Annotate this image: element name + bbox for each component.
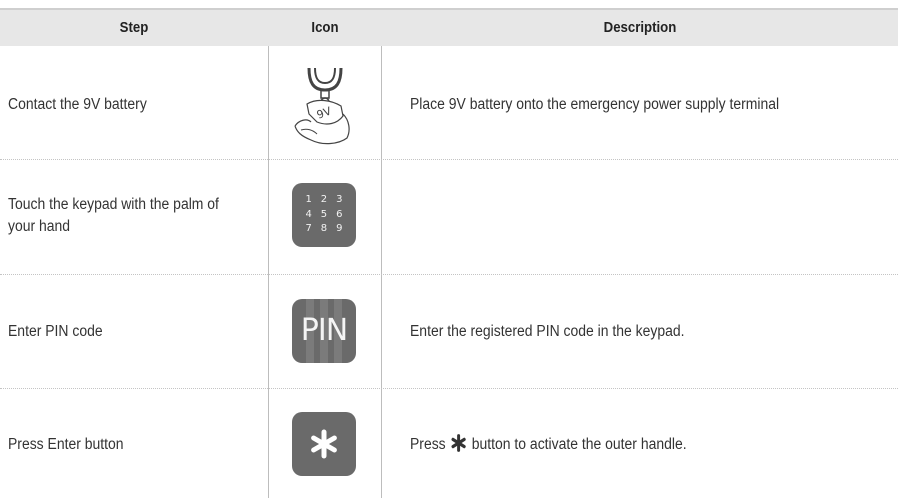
pin-icon: PIN xyxy=(292,299,356,363)
keypad-tile: 1 2 3 4 5 6 7 8 9 xyxy=(292,183,356,247)
battery-contact-icon: 9V xyxy=(287,64,363,151)
table-row: Contact the 9V battery 9V Place 9V batte… xyxy=(0,46,898,159)
keypad-key: 5 xyxy=(320,208,328,220)
asterisk-icon xyxy=(450,434,466,459)
table-header: Step Icon Description xyxy=(0,8,898,46)
step-text: Press Enter button xyxy=(8,436,124,453)
step-text: Contact the 9V battery xyxy=(8,96,147,113)
header-description: Description xyxy=(603,19,677,36)
pin-tile: PIN xyxy=(292,299,356,363)
description-text: Enter the registered PIN code in the key… xyxy=(410,323,685,340)
enter-tile xyxy=(292,412,356,476)
keypad-key: 6 xyxy=(336,208,343,220)
enter-asterisk-icon xyxy=(292,412,356,476)
keypad-key: 4 xyxy=(305,208,312,220)
instruction-page: Step Icon Description Contact the 9V bat… xyxy=(0,0,898,498)
table-row: Enter PIN code PIN Enter the registered … xyxy=(0,275,898,388)
table-row: Press Enter button Press button to activa… xyxy=(0,389,898,498)
table-row: Touch the keypad with the palm of your h… xyxy=(0,160,898,274)
description-before: Press xyxy=(410,436,446,453)
description-after: button to activate the outer handle. xyxy=(471,436,687,453)
keypad-key: 1 xyxy=(305,194,312,205)
header-icon: Icon xyxy=(311,19,339,36)
keypad-key: 8 xyxy=(320,223,328,235)
asterisk-icon xyxy=(311,429,337,459)
keypad-key: 2 xyxy=(320,194,328,205)
keypad-key: 9 xyxy=(336,223,343,235)
header-step: Step xyxy=(119,19,149,36)
keypad-key: 3 xyxy=(336,194,343,205)
keypad-key: 7 xyxy=(305,223,312,235)
pin-label: PIN xyxy=(300,313,348,348)
description-text: Press button to activate the outer handle… xyxy=(410,434,860,459)
keypad-icon: 1 2 3 4 5 6 7 8 9 xyxy=(292,183,356,247)
description-text: Place 9V battery onto the emergency powe… xyxy=(410,96,780,113)
step-text: Enter PIN code xyxy=(8,323,103,340)
step-text: Touch the keypad with the palm of your h… xyxy=(8,196,219,235)
